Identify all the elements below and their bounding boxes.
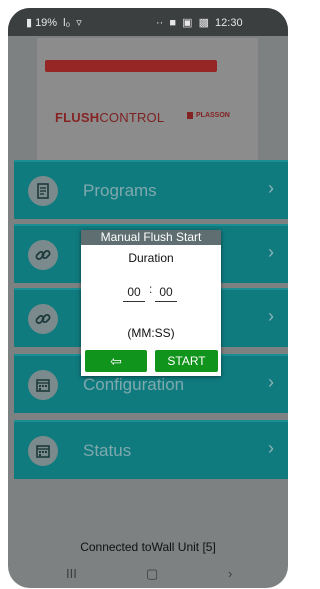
brand-header: FLUSHCONTROL PLASSON: [37, 38, 258, 160]
mail-icon: ▣: [182, 17, 193, 29]
chevron-right-icon: ›: [268, 242, 274, 262]
chat-icon: ■: [169, 17, 177, 29]
logo-light-text: CONTROL: [99, 110, 165, 125]
link-icon: [28, 240, 58, 270]
minutes-input[interactable]: 00: [123, 285, 145, 302]
battery-level: 19%: [35, 17, 58, 29]
dialog-title: Manual Flush Start: [81, 230, 221, 245]
plasson-logo: PLASSON: [187, 112, 230, 119]
connection-status: Connected toWall Unit [5]: [80, 540, 216, 554]
recents-button[interactable]: III: [66, 566, 77, 581]
seconds-input[interactable]: 00: [155, 285, 177, 302]
image-icon: ▩: [198, 17, 209, 29]
chevron-right-icon: ›: [268, 372, 274, 392]
menu-label-configuration: Configuration: [83, 375, 185, 394]
chevron-right-icon: ›: [268, 178, 274, 198]
wifi-icon: ▿: [76, 17, 82, 29]
chevron-right-icon: ›: [268, 438, 274, 458]
calendar-icon: [28, 436, 58, 466]
flushcontrol-logo: FLUSHCONTROL: [55, 110, 164, 125]
calendar-icon: [28, 370, 58, 400]
menu-item-status[interactable]: Status ›: [14, 420, 288, 479]
duration-label: Duration: [128, 251, 174, 265]
back-arrow-button[interactable]: ⇦: [85, 350, 147, 372]
start-button[interactable]: START: [155, 350, 218, 372]
battery-icon: ▮: [26, 17, 33, 29]
logo-bold-text: FLUSH: [55, 110, 100, 125]
format-hint: (MM:SS): [127, 326, 175, 340]
menu-label-programs: Programs: [83, 181, 157, 200]
signal-icon: l₀: [63, 17, 71, 29]
status-left: ▮ 19% l₀ ▿: [26, 16, 85, 29]
manual-flush-dialog: Manual Flush Start Duration 00 : 00 (MM:…: [81, 230, 221, 376]
status-bar: ▮ 19% l₀ ▿ ·· ■ ▣ ▩ 12:30: [8, 8, 288, 36]
phone-screen: ▮ 19% l₀ ▿ ·· ■ ▣ ▩ 12:30 FLUSHCONTROL PL…: [8, 8, 288, 588]
document-icon: [28, 176, 58, 206]
menu-label-status: Status: [83, 441, 132, 460]
home-button[interactable]: ▢: [146, 566, 158, 582]
brand-bar: [45, 60, 217, 72]
link-icon: [28, 304, 58, 334]
clock: 12:30: [215, 17, 243, 29]
menu-item-programs[interactable]: Programs ›: [14, 160, 288, 219]
back-button[interactable]: ›: [228, 566, 232, 581]
status-right: ·· ■ ▣ ▩ 12:30: [156, 16, 246, 29]
more-dots: ··: [156, 17, 164, 29]
chevron-right-icon: ›: [268, 306, 274, 326]
system-nav-bar: III ▢ ›: [8, 564, 288, 588]
time-separator: :: [149, 282, 153, 296]
